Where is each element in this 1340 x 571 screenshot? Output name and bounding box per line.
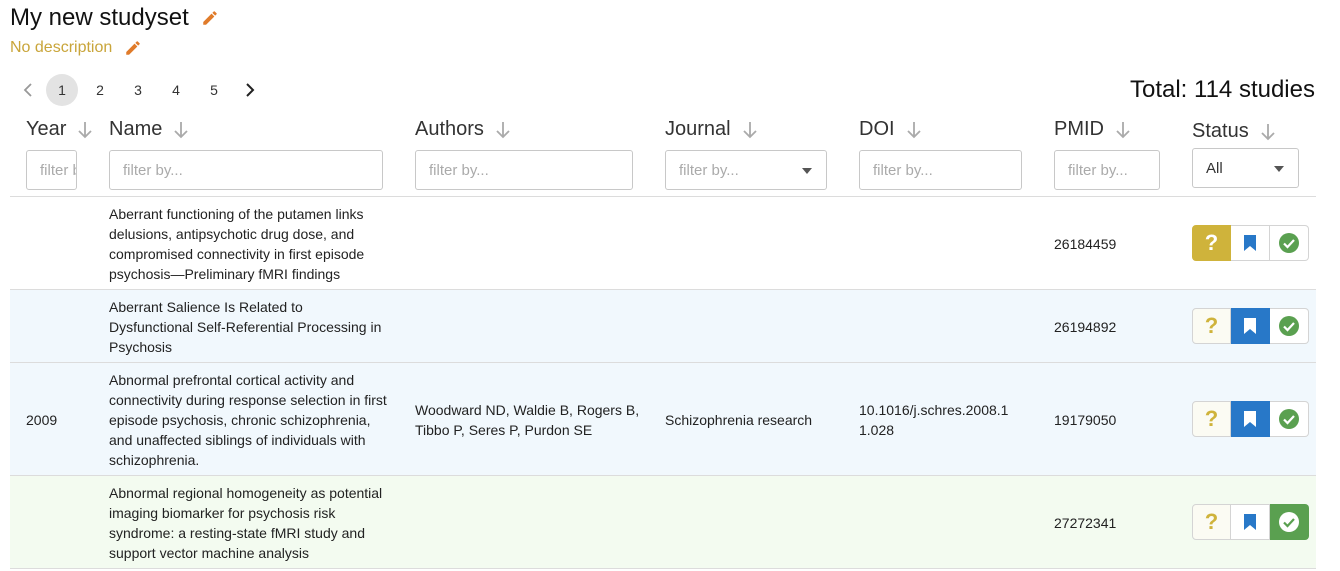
save-button[interactable] — [1231, 401, 1270, 437]
name-filter-input[interactable]: filter by... — [109, 150, 383, 190]
column-header-year[interactable]: Year — [26, 118, 94, 141]
status-button-group: ? — [1192, 225, 1309, 261]
study-name: Abnormal prefrontal cortical activity an… — [109, 372, 387, 468]
status-button-group: ? — [1192, 308, 1309, 344]
study-pmid: 19179050 — [1054, 412, 1117, 428]
chevron-left-icon[interactable] — [14, 74, 42, 106]
arrow-down-icon[interactable] — [494, 120, 512, 140]
column-label: Status — [1192, 120, 1249, 142]
column-label: Journal — [665, 118, 731, 140]
pagination: 1 2 3 4 5 — [14, 74, 268, 106]
page-title: My new studyset — [10, 4, 189, 31]
arrow-down-icon[interactable] — [1114, 120, 1132, 140]
pencil-icon[interactable] — [124, 39, 142, 57]
arrow-down-icon[interactable] — [172, 120, 190, 140]
study-pmid: 26184459 — [1054, 236, 1117, 252]
column-header-status[interactable]: Status — [1192, 120, 1277, 143]
column-label: Year — [26, 118, 67, 140]
include-button[interactable] — [1270, 504, 1309, 540]
column-label: DOI — [859, 118, 895, 140]
study-pmid: 26194892 — [1054, 319, 1117, 335]
doi-filter-input[interactable]: filter by... — [859, 150, 1022, 190]
column-header-pmid[interactable]: PMID — [1054, 118, 1132, 141]
study-pmid: 27272341 — [1054, 515, 1117, 531]
total-count: Total: 114 studies — [1129, 76, 1315, 103]
study-name: Aberrant functioning of the putamen link… — [109, 206, 365, 282]
include-button[interactable] — [1270, 225, 1309, 261]
save-button[interactable] — [1231, 504, 1270, 540]
title-row: My new studyset — [10, 4, 219, 32]
column-header-journal[interactable]: Journal — [665, 118, 759, 141]
column-header-doi[interactable]: DOI — [859, 118, 923, 141]
question-mark-icon: ? — [1204, 509, 1219, 534]
status-filter-select[interactable]: All — [1192, 148, 1299, 188]
save-button[interactable] — [1231, 308, 1270, 344]
check-circle-icon — [1279, 512, 1299, 532]
bookmark-icon — [1244, 235, 1256, 251]
study-name: Aberrant Salience Is Related to Dysfunct… — [109, 299, 382, 355]
uncategorized-button[interactable]: ? — [1192, 401, 1231, 437]
arrow-down-icon[interactable] — [76, 120, 94, 140]
column-label: Authors — [415, 118, 484, 140]
status-button-group: ? — [1192, 401, 1309, 437]
caret-down-icon — [802, 168, 812, 174]
journal-filter-placeholder: filter by... — [679, 161, 739, 179]
study-name: Abnormal regional homogeneity as potenti… — [109, 485, 383, 561]
table-row[interactable]: Aberrant functioning of the putamen link… — [10, 196, 1316, 290]
status-filter-value: All — [1206, 159, 1223, 177]
question-mark-icon: ? — [1204, 406, 1219, 431]
page-button-3[interactable]: 3 — [122, 74, 154, 106]
journal-filter-select[interactable]: filter by... — [665, 150, 827, 190]
page-button-4[interactable]: 4 — [160, 74, 192, 106]
page-button-2[interactable]: 2 — [84, 74, 116, 106]
studyset-description: No description — [10, 39, 113, 56]
bookmark-icon — [1244, 411, 1256, 427]
include-button[interactable] — [1270, 308, 1309, 344]
pmid-filter-input[interactable]: filter by... — [1054, 150, 1160, 190]
study-authors: Woodward ND, Waldie B, Rogers B, Tibbo P… — [415, 402, 640, 438]
uncategorized-button[interactable]: ? — [1192, 504, 1231, 540]
study-year: 2009 — [26, 412, 58, 428]
chevron-right-icon[interactable] — [236, 74, 264, 106]
uncategorized-button[interactable]: ? — [1192, 225, 1231, 261]
question-mark-icon: ? — [1204, 313, 1219, 338]
bookmark-icon — [1244, 514, 1256, 530]
column-header-name[interactable]: Name — [109, 118, 190, 141]
status-button-group: ? — [1192, 504, 1309, 540]
page-button-5[interactable]: 5 — [198, 74, 230, 106]
table-bottom-border — [10, 568, 1316, 569]
check-circle-icon — [1279, 233, 1299, 253]
arrow-down-icon[interactable] — [741, 120, 759, 140]
uncategorized-button[interactable]: ? — [1192, 308, 1231, 344]
save-button[interactable] — [1231, 225, 1270, 261]
pencil-icon[interactable] — [201, 9, 219, 27]
column-label: PMID — [1054, 118, 1104, 140]
arrow-down-icon[interactable] — [1259, 122, 1277, 142]
table-row[interactable]: Abnormal regional homogeneity as potenti… — [10, 475, 1316, 569]
column-header-authors[interactable]: Authors — [415, 118, 512, 141]
year-filter-input[interactable]: filter by... — [26, 150, 77, 190]
check-circle-icon — [1279, 409, 1299, 429]
column-label: Name — [109, 118, 163, 140]
question-mark-icon: ? — [1204, 230, 1219, 255]
arrow-down-icon[interactable] — [905, 120, 923, 140]
include-button[interactable] — [1270, 401, 1309, 437]
caret-down-icon — [1274, 166, 1284, 172]
study-doi: 10.1016/j.schres.2008.1 1.028 — [859, 402, 1009, 438]
page-button-1[interactable]: 1 — [46, 74, 78, 106]
table-row[interactable]: 2009 Abnormal prefrontal cortical activi… — [10, 362, 1316, 476]
study-journal: Schizophrenia research — [665, 412, 813, 428]
authors-filter-input[interactable]: filter by... — [415, 150, 633, 190]
bookmark-icon — [1244, 318, 1256, 334]
description-row: No description — [10, 39, 142, 57]
table-row[interactable]: Aberrant Salience Is Related to Dysfunct… — [10, 289, 1316, 363]
check-circle-icon — [1279, 316, 1299, 336]
